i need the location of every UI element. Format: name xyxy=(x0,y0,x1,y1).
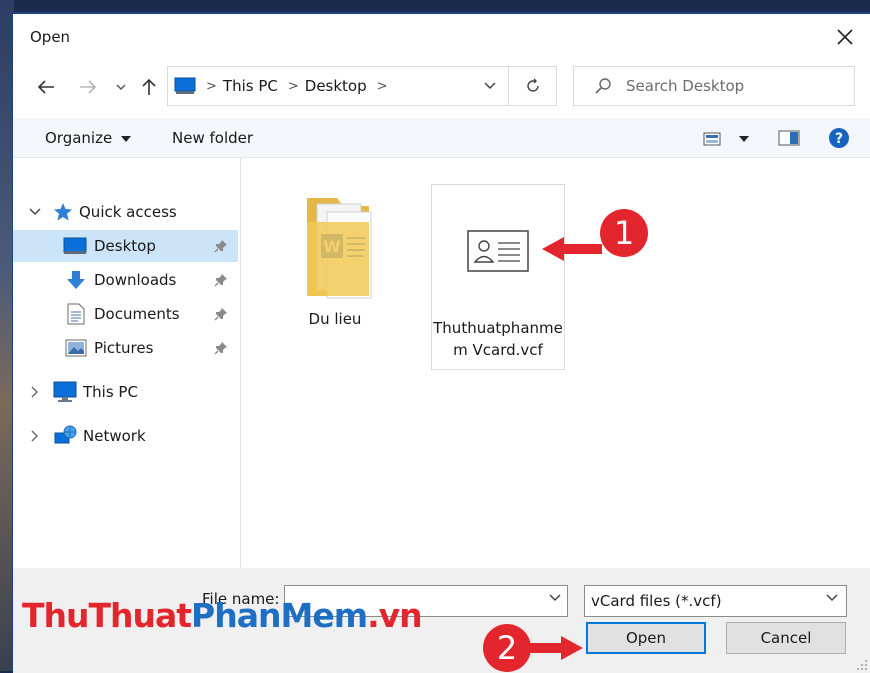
breadcrumb-desktop[interactable]: Desktop xyxy=(305,77,367,95)
command-bar: Organize New folder ? xyxy=(13,118,870,158)
open-button[interactable]: Open xyxy=(586,622,706,654)
annotation-arrow-1 xyxy=(542,237,602,261)
pin-icon xyxy=(214,342,227,355)
watermark-logo: ThuThuatPhanMem.vn xyxy=(22,596,423,635)
cancel-button[interactable]: Cancel xyxy=(726,622,846,654)
address-bar[interactable]: > This PC > Desktop > xyxy=(167,66,509,106)
sidebar-label-downloads: Downloads xyxy=(94,271,177,289)
sidebar-label-network: Network xyxy=(83,427,146,445)
sidebar-item-network[interactable]: Network xyxy=(13,420,238,452)
pin-icon xyxy=(214,274,227,287)
desktop-icon xyxy=(63,237,87,254)
pictures-icon xyxy=(65,339,87,357)
sidebar-item-documents[interactable]: Documents xyxy=(13,298,238,330)
resize-grip-icon[interactable] xyxy=(856,659,868,671)
up-button[interactable] xyxy=(137,74,161,100)
sidebar-item-pictures[interactable]: Pictures xyxy=(13,332,238,364)
watermark-part2: PhanMem xyxy=(191,596,368,635)
file-name-vcf-line2: m Vcard.vcf xyxy=(453,341,543,359)
chevron-down-icon xyxy=(116,84,126,90)
navigation-pane: Quick access Desktop Downloads Documents… xyxy=(13,158,241,568)
monitor-icon xyxy=(174,77,196,94)
file-name-vcf-line1: Thuthuatphanme xyxy=(433,319,563,337)
caret-down-icon xyxy=(739,136,749,142)
breadcrumb-this-pc[interactable]: This PC xyxy=(223,77,278,95)
title-bar: Open xyxy=(13,14,870,58)
chevron-right-icon: > xyxy=(287,78,299,94)
refresh-icon xyxy=(526,78,539,92)
chevron-down-icon xyxy=(29,208,41,216)
organize-label: Organize xyxy=(45,129,113,147)
help-button[interactable]: ? xyxy=(828,127,850,153)
monitor-icon xyxy=(53,381,77,402)
annotation-badge-1: 1 xyxy=(600,209,648,257)
close-icon xyxy=(837,29,853,45)
file-name-folder: Du lieu xyxy=(308,310,362,328)
help-icon: ? xyxy=(829,128,849,148)
preview-pane-icon xyxy=(778,130,800,146)
watermark-part3: .vn xyxy=(367,596,423,635)
arrow-left-icon xyxy=(37,80,54,94)
window-title: Open xyxy=(30,28,71,46)
search-placeholder: Search Desktop xyxy=(626,77,745,95)
sidebar-label-this-pc: This PC xyxy=(83,383,138,401)
close-button[interactable] xyxy=(830,22,860,52)
sidebar-item-this-pc[interactable]: This PC xyxy=(13,376,238,408)
new-folder-button[interactable]: New folder xyxy=(172,129,253,147)
chevron-right-icon xyxy=(31,386,38,398)
file-item-folder[interactable]: W Du lieu xyxy=(268,184,402,330)
sidebar-item-downloads[interactable]: Downloads xyxy=(13,264,238,296)
pin-icon xyxy=(214,240,227,253)
search-box[interactable]: Search Desktop xyxy=(573,66,855,106)
search-icon xyxy=(595,78,611,94)
change-view-button[interactable] xyxy=(703,132,749,146)
arrow-right-icon xyxy=(80,80,97,94)
file-type-value: vCard files (*.vcf) xyxy=(591,592,722,610)
view-icon xyxy=(703,132,721,146)
pin-icon xyxy=(214,308,227,321)
sidebar-label-quick-access: Quick access xyxy=(79,203,177,221)
download-icon xyxy=(67,271,85,289)
sidebar-label-pictures: Pictures xyxy=(94,339,154,357)
chevron-down-icon[interactable] xyxy=(549,594,561,602)
network-icon xyxy=(54,425,77,444)
chevron-right-icon: > xyxy=(206,78,217,94)
preview-pane-button[interactable] xyxy=(778,130,800,150)
watermark-part1: ThuThuat xyxy=(22,596,192,635)
folder-icon: W xyxy=(307,198,372,299)
annotation-arrow-2 xyxy=(527,636,583,660)
chevron-right-icon: > xyxy=(376,78,388,94)
caret-down-icon xyxy=(120,135,131,142)
back-button[interactable] xyxy=(33,74,59,100)
refresh-button[interactable] xyxy=(509,66,557,106)
arrow-up-icon xyxy=(142,78,156,95)
file-type-select[interactable]: vCard files (*.vcf) xyxy=(584,585,847,617)
address-dropdown-icon[interactable] xyxy=(484,82,496,90)
svg-text:?: ? xyxy=(835,131,843,147)
recent-locations-button[interactable] xyxy=(113,74,129,100)
annotation-badge-2: 2 xyxy=(483,624,531,672)
sidebar-label-desktop: Desktop xyxy=(94,237,156,255)
organize-button[interactable]: Organize xyxy=(45,129,131,147)
file-item-vcf[interactable]: Thuthuatphanme m Vcard.vcf xyxy=(431,184,565,370)
documents-icon xyxy=(67,303,85,325)
open-dialog: Open > This PC > Desktop > Search Deskto… xyxy=(12,12,870,673)
file-list: W Du lieu Thuthuatphanme m Vcard.vcf 1 xyxy=(242,158,870,568)
sidebar-item-quick-access[interactable]: Quick access xyxy=(13,196,238,228)
navigation-bar: > This PC > Desktop > Search Desktop xyxy=(13,64,870,110)
forward-button[interactable] xyxy=(75,74,101,100)
chevron-down-icon xyxy=(826,594,838,602)
chevron-right-icon xyxy=(31,430,38,442)
sidebar-label-documents: Documents xyxy=(94,305,180,323)
sidebar-item-desktop[interactable]: Desktop xyxy=(13,230,238,262)
star-icon xyxy=(54,203,72,221)
